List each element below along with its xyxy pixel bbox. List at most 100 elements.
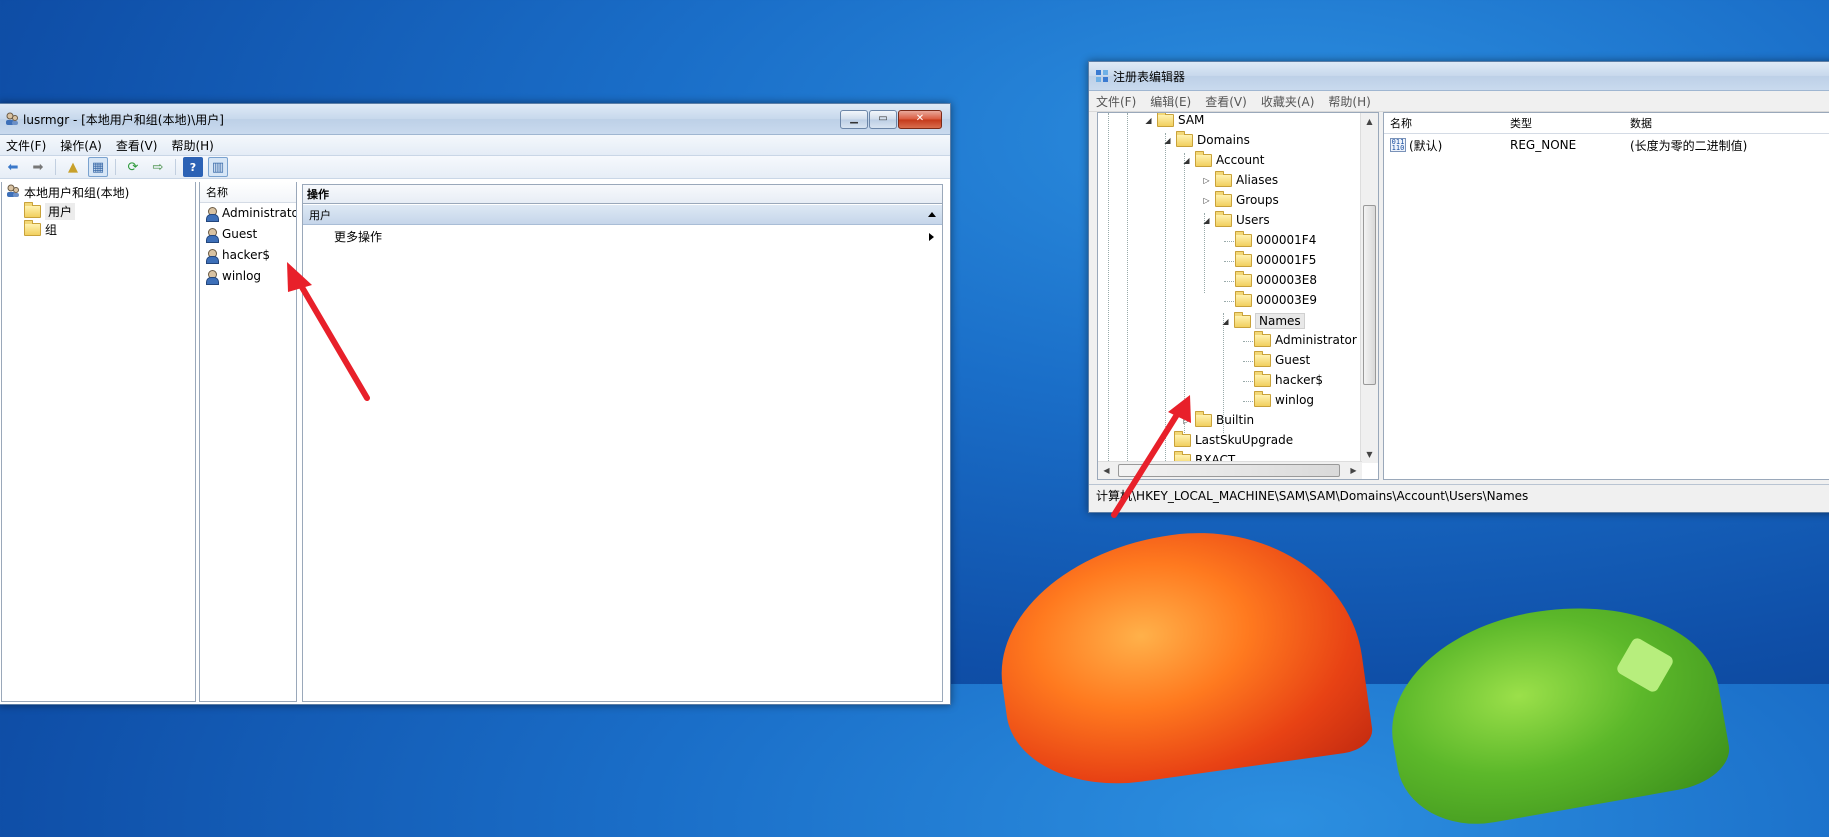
regedit-titlebar[interactable]: 注册表编辑器 [1089, 62, 1829, 91]
menu-file[interactable]: 文件(F) [0, 137, 53, 154]
scroll-left-icon[interactable]: ◀ [1098, 462, 1115, 479]
collapse-icon[interactable]: ◢ [1144, 116, 1153, 125]
disabled-user-icon [205, 227, 219, 243]
scroll-up-icon[interactable]: ▲ [1361, 113, 1378, 130]
forward-arrow-icon[interactable]: ➡ [28, 157, 48, 177]
menu-view[interactable]: 查看(V) [1198, 93, 1254, 110]
toolbar-separator [55, 159, 56, 175]
up-folder-icon[interactable]: ▲ [63, 157, 83, 177]
user-row-administrator[interactable]: Administrato [205, 206, 296, 222]
value-row[interactable]: 011 110 (默认) REG_NONE (长度为零的二进制值) [1384, 136, 1829, 154]
tree-key-label: winlog [1275, 393, 1315, 407]
menu-view[interactable]: 查看(V) [109, 137, 165, 154]
help-icon[interactable]: ? [183, 157, 203, 177]
folder-icon [1174, 430, 1191, 447]
value-type: REG_NONE [1510, 138, 1577, 152]
tree-key-names[interactable]: ◢ Names [1221, 311, 1305, 329]
tree-key-label: 000003E9 [1256, 293, 1318, 307]
maximize-button[interactable]: ▭ [869, 110, 897, 129]
lusrmgr-titlebar[interactable]: lusrmgr - [本地用户和组(本地)\用户] ▁ ▭ ✕ [0, 104, 950, 135]
tree-key-label: Names [1255, 313, 1305, 329]
column-name[interactable]: 名称 [1384, 115, 1504, 131]
expand-icon[interactable]: ▷ [1202, 196, 1211, 205]
refresh-icon[interactable]: ⟳ [123, 157, 143, 177]
scroll-thumb[interactable] [1363, 205, 1376, 385]
submenu-arrow-icon [929, 233, 934, 241]
tree-key-name-child[interactable]: winlog [1254, 390, 1315, 407]
folder-icon [1195, 150, 1212, 167]
tree-key-account[interactable]: ◢ Account [1182, 150, 1264, 167]
menu-favorites[interactable]: 收藏夹(A) [1254, 93, 1322, 110]
user-row-winlog[interactable]: winlog [205, 269, 261, 285]
lusrmgr-tree-pane: 本地用户和组(本地) 用户 组 [1, 182, 196, 702]
tree-item-label: 组 [45, 223, 58, 237]
tree-key-label: Groups [1236, 193, 1279, 207]
column-name[interactable]: 名称 [200, 184, 228, 200]
windows-logo-red [985, 511, 1375, 799]
folder-icon [1235, 250, 1252, 267]
tree-key-name-child[interactable]: Administrator [1254, 330, 1357, 347]
regedit-statusbar: 计算机\HKEY_LOCAL_MACHINE\SAM\SAM\Domains\A… [1089, 484, 1829, 506]
scroll-thumb[interactable] [1118, 464, 1340, 477]
export-list-icon[interactable]: ⇨ [148, 157, 168, 177]
expand-icon[interactable]: ▷ [1182, 416, 1191, 425]
tree-key-domains[interactable]: ◢ Domains [1163, 130, 1250, 147]
tree-guide [1108, 113, 1109, 463]
tree-key-rid[interactable]: 000001F4 [1235, 230, 1316, 247]
folder-icon [1254, 350, 1271, 367]
lusrmgr-toolbar: ⬅ ➡ ▲ ▦ ⟳ ⇨ ? ▥ [0, 156, 950, 179]
tree-key-label: 000001F5 [1256, 253, 1317, 267]
tree-key-users[interactable]: ◢ Users [1202, 210, 1270, 227]
collapse-icon[interactable]: ◢ [1202, 216, 1211, 225]
user-row-guest[interactable]: Guest [205, 227, 257, 243]
lusrmgr-menubar: 文件(F) 操作(A) 查看(V) 帮助(H) [0, 135, 950, 156]
scroll-down-icon[interactable]: ▼ [1361, 446, 1378, 463]
actions-section-users[interactable]: 用户 [303, 205, 942, 225]
collapse-icon[interactable]: ◢ [1182, 156, 1191, 165]
collapse-up-icon[interactable] [928, 212, 936, 217]
user-row-hacker[interactable]: hacker$ [205, 248, 270, 264]
lusrmgr-window: lusrmgr - [本地用户和组(本地)\用户] ▁ ▭ ✕ 文件(F) 操作… [0, 103, 951, 705]
tree-key-builtin[interactable]: ▷ Builtin [1182, 410, 1254, 427]
close-button[interactable]: ✕ [898, 110, 942, 129]
tree-root[interactable]: 本地用户和组(本地) [6, 184, 129, 201]
tree-key-rid[interactable]: 000003E9 [1235, 290, 1318, 307]
tree-guide [1165, 133, 1166, 463]
tree-key-name-child[interactable]: hacker$ [1254, 370, 1323, 387]
show-tree-icon[interactable]: ▦ [88, 157, 108, 177]
menu-edit[interactable]: 编辑(E) [1143, 93, 1198, 110]
minimize-button[interactable]: ▁ [840, 110, 868, 129]
folder-icon [1234, 311, 1251, 328]
folder-icon [1254, 370, 1271, 387]
folder-icon [1176, 130, 1193, 147]
show-action-pane-icon[interactable]: ▥ [208, 157, 228, 177]
tree-guide [1184, 153, 1185, 433]
menu-file[interactable]: 文件(F) [1089, 93, 1143, 110]
tree-horizontal-scrollbar[interactable]: ◀ ▶ [1098, 461, 1362, 479]
tree-key-aliases[interactable]: ▷ Aliases [1202, 170, 1278, 187]
collapse-icon[interactable]: ◢ [1221, 317, 1230, 326]
value-name: (默认) [1409, 138, 1443, 153]
tree-key-name-child[interactable]: Guest [1254, 350, 1310, 367]
tree-item-groups[interactable]: 组 [24, 220, 58, 238]
regedit-menubar: 文件(F) 编辑(E) 查看(V) 收藏夹(A) 帮助(H) [1089, 91, 1829, 112]
tree-key-sam[interactable]: ◢ SAM [1144, 113, 1204, 127]
menu-action[interactable]: 操作(A) [53, 137, 109, 154]
tree-key-rid[interactable]: 000001F5 [1235, 250, 1317, 267]
more-actions-item[interactable]: 更多操作 [303, 226, 942, 248]
menu-help[interactable]: 帮助(H) [1321, 93, 1377, 110]
scroll-right-icon[interactable]: ▶ [1345, 462, 1362, 479]
tree-key-label: Domains [1197, 133, 1250, 147]
back-arrow-icon[interactable]: ⬅ [3, 157, 23, 177]
tree-key-lastsku[interactable]: LastSkuUpgrade [1174, 430, 1293, 447]
menu-help[interactable]: 帮助(H) [164, 137, 220, 154]
more-actions-label: 更多操作 [334, 230, 383, 244]
tree-key-groups[interactable]: ▷ Groups [1202, 190, 1279, 207]
column-data[interactable]: 数据 [1624, 115, 1652, 131]
expand-icon[interactable]: ▷ [1202, 176, 1211, 185]
tree-vertical-scrollbar[interactable]: ▲ ▼ [1360, 113, 1378, 463]
tree-key-rid[interactable]: 000003E8 [1235, 270, 1317, 287]
column-type[interactable]: 类型 [1504, 115, 1624, 131]
collapse-icon[interactable]: ◢ [1163, 136, 1172, 145]
tree-item-users[interactable]: 用户 [24, 202, 76, 220]
